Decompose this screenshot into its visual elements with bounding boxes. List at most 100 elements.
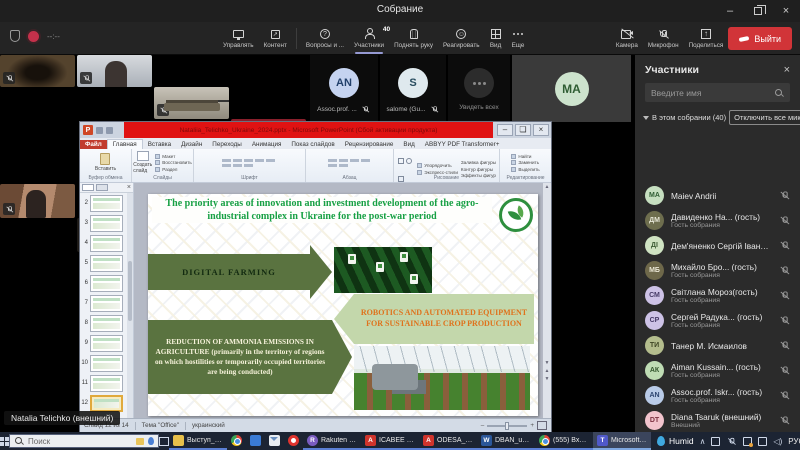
ppt-restore-button[interactable]: ❏ <box>515 124 531 136</box>
section-button[interactable]: Раздел <box>155 167 191 172</box>
zoom-slider[interactable] <box>487 425 527 427</box>
close-button[interactable]: × <box>772 0 800 22</box>
paragraph-controls[interactable] <box>328 159 372 167</box>
ppt-close-button[interactable]: × <box>533 124 549 136</box>
search-input[interactable] <box>651 88 774 98</box>
more-button[interactable]: Еще <box>507 22 530 55</box>
participant-row[interactable]: MAMaiev Andrii <box>635 183 800 208</box>
raise-hand-button[interactable]: Поднять руку <box>389 22 438 55</box>
start-button[interactable] <box>0 432 9 450</box>
see-all-tile[interactable]: Увидеть всех <box>448 55 510 122</box>
tray-photos-icon[interactable] <box>743 437 752 446</box>
select-button[interactable]: Выделить <box>511 167 539 172</box>
taskbar-app-rakuten[interactable]: RRakuten V... <box>303 432 361 450</box>
slide-thumbnail[interactable]: 3 <box>80 213 133 233</box>
tab-transitions[interactable]: Переходы <box>207 140 247 149</box>
taskbar-app-bluetile[interactable] <box>246 432 265 450</box>
task-view-button[interactable] <box>159 437 169 446</box>
ppt-minimize-button[interactable]: – <box>497 124 513 136</box>
taskbar-app-mail[interactable] <box>265 432 284 450</box>
slide-thumbnail[interactable]: 10 <box>80 353 133 373</box>
chevron-down-icon[interactable] <box>643 116 649 120</box>
slide-thumbnail[interactable]: 4 <box>80 233 133 253</box>
tab-file[interactable]: Файл <box>80 140 107 149</box>
taskbar-app-folder[interactable]: Выступ_13... <box>169 432 227 450</box>
find-button[interactable]: Найти <box>511 154 539 159</box>
mic-muted-icon[interactable] <box>780 241 790 251</box>
participant-row[interactable]: ANAssoc.prof. Iskr... (гость)Гость собра… <box>635 383 800 408</box>
video-tile[interactable] <box>0 184 75 218</box>
quick-styles-button[interactable]: Экспресс-стили <box>417 170 458 175</box>
mic-muted-icon[interactable] <box>780 366 790 376</box>
shape-outline-button[interactable]: Контур фигуры <box>461 167 496 172</box>
replace-button[interactable]: Заменить <box>511 160 539 165</box>
participant-row[interactable]: МБМихайло Бро... (гость)Гость собрания <box>635 258 800 283</box>
taskbar-app-odesa-pdf[interactable]: AODESA_1... <box>419 432 477 450</box>
language-indicator[interactable]: украинский <box>192 422 225 429</box>
mic-muted-icon[interactable] <box>780 416 790 426</box>
participant-tile-salome[interactable]: S salome (Gu... <box>380 55 446 122</box>
react-button[interactable]: ☺Реагировать <box>438 22 485 55</box>
slide-thumbnail-selected[interactable]: 12 <box>80 393 133 413</box>
tab-animations[interactable]: Анимация <box>247 140 287 149</box>
thumbnail-scrollbar[interactable] <box>127 193 133 418</box>
taskbar-app-dban-word[interactable]: WDBAN_ue... <box>477 432 535 450</box>
qa-button[interactable]: ?Вопросы и ... <box>301 22 349 55</box>
taskbar-app-icabee-pdf[interactable]: AICABEE 20... <box>361 432 419 450</box>
video-tile[interactable] <box>154 87 229 119</box>
participant-row[interactable]: ТИТанер М. Исмаилов <box>635 333 800 358</box>
shape-fill-button[interactable]: Заливка фигуры <box>461 160 496 165</box>
tab-abbyy[interactable]: ABBYY PDF Transformer+ <box>420 140 505 149</box>
taskbar-app-teams-active[interactable]: TMicrosoft ... <box>593 432 651 450</box>
language-indicator[interactable]: РУС <box>788 437 800 446</box>
participant-tile-an[interactable]: AN Assoc.prof. ... <box>310 55 378 122</box>
microphone-button[interactable]: Микрофон <box>643 22 684 55</box>
slide-thumbnail[interactable]: 2 <box>80 193 133 213</box>
mic-muted-icon[interactable] <box>780 191 790 201</box>
tab-insert[interactable]: Вставка <box>143 140 176 149</box>
participant-search[interactable] <box>645 83 790 102</box>
restore-button[interactable] <box>744 0 772 22</box>
leave-button[interactable]: Выйти <box>728 27 792 50</box>
tab-view[interactable]: Вид <box>398 140 419 149</box>
slides-tab[interactable] <box>82 184 94 191</box>
mic-muted-icon[interactable] <box>780 316 790 326</box>
slide-thumbnail[interactable]: 9 <box>80 333 133 353</box>
slide-thumbnail[interactable]: 7 <box>80 293 133 313</box>
mic-muted-icon[interactable] <box>780 341 790 351</box>
tab-home[interactable]: Главная <box>107 139 143 149</box>
shapes-gallery[interactable] <box>397 151 414 187</box>
video-tile[interactable] <box>77 55 152 87</box>
zoom-in-button[interactable]: + <box>530 422 534 429</box>
view-button[interactable]: Вид <box>485 22 507 55</box>
arrange-button[interactable]: Упорядочить <box>417 163 458 168</box>
undo-icon[interactable] <box>106 127 113 134</box>
participant-row[interactable]: ДМДавиденко На... (гость)Гость собрания <box>635 208 800 233</box>
tray-display-icon[interactable] <box>711 437 720 446</box>
camera-button[interactable]: Камера <box>611 22 643 55</box>
taskbar-app-opera[interactable] <box>284 432 303 450</box>
participant-row[interactable]: DTDiana Tsaruk (внешний)Внешний <box>635 408 800 432</box>
panel-close-icon[interactable]: × <box>784 64 790 76</box>
slide-thumbnail[interactable]: 8 <box>80 313 133 333</box>
layout-button[interactable]: Макет <box>155 154 191 159</box>
new-slide-button[interactable]: Создать слайд <box>133 151 152 174</box>
slide-thumbnail[interactable]: 11 <box>80 373 133 393</box>
participant-row[interactable]: СМСвітлана Мороз(гость)Гость собрания <box>635 283 800 308</box>
taskbar-app-555-chrome[interactable]: (555) Вхо... <box>535 432 593 450</box>
content-button[interactable]: ↗Контент <box>259 22 292 55</box>
font-controls[interactable] <box>222 159 278 167</box>
taskbar-search[interactable] <box>9 434 159 448</box>
participant-row[interactable]: ДІДем'яненко Сергій Іванович <box>635 233 800 258</box>
slide-thumbnail[interactable]: 6 <box>80 273 133 293</box>
slide-scrollbar[interactable]: ▲▼▲▼ <box>543 183 551 418</box>
tab-slideshow[interactable]: Показ слайдов <box>286 140 339 149</box>
participants-button[interactable]: Участники 40 <box>349 22 389 55</box>
weather-widget[interactable]: Humid <box>651 436 700 446</box>
mic-muted-icon[interactable] <box>780 266 790 276</box>
tab-review[interactable]: Рецензирование <box>340 140 399 149</box>
fit-to-window-button[interactable] <box>537 421 547 430</box>
minimize-button[interactable]: – <box>716 0 744 22</box>
share-button[interactable]: ↑Поделиться <box>684 22 729 55</box>
taskbar-app-chrome[interactable] <box>227 432 246 450</box>
